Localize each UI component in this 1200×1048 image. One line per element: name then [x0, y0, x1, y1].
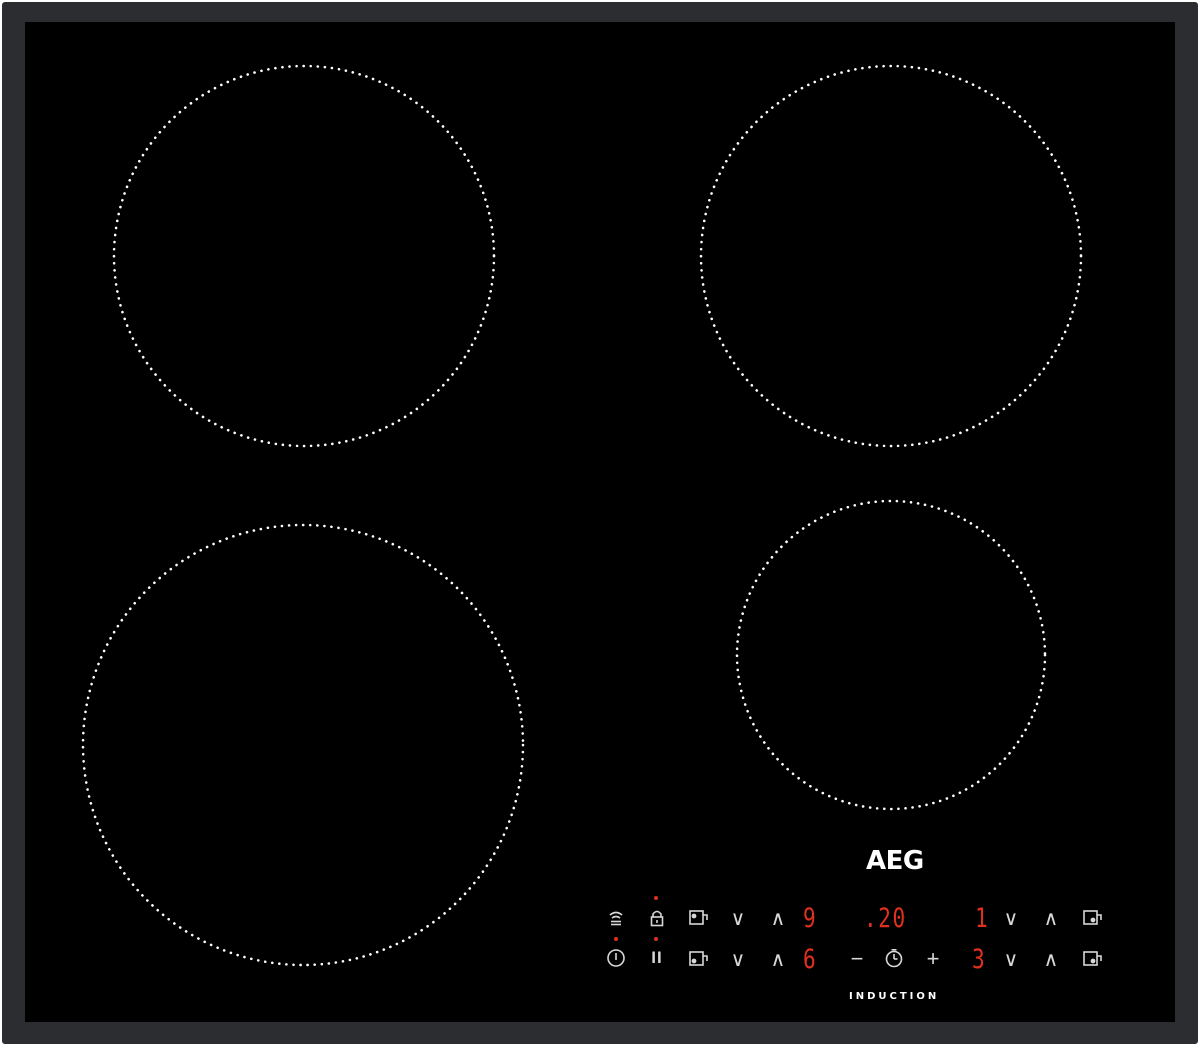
zone-b-decrease-button[interactable]: ∨ — [999, 905, 1023, 931]
zone-a-increase-button[interactable]: ∧ — [766, 905, 790, 931]
power-icon[interactable] — [604, 946, 628, 970]
pause-button[interactable]: II — [645, 946, 669, 970]
hob-to-hood-icon[interactable] — [604, 906, 628, 930]
pause-indicator-dot — [654, 937, 658, 941]
cooking-zones — [81, 64, 1083, 967]
zone-b-increase-button[interactable]: ∧ — [1039, 905, 1063, 931]
zone-d-increase-button[interactable]: ∧ — [1039, 946, 1063, 972]
cooking-zone-rear-left[interactable] — [112, 64, 496, 448]
timer-minus-button[interactable]: − — [845, 946, 869, 972]
lock-indicator-dot — [654, 896, 658, 900]
zone-d-select-icon[interactable] — [1080, 947, 1106, 971]
zone-c-select-icon[interactable] — [686, 947, 712, 971]
clock-icon[interactable] — [882, 946, 906, 970]
zone-a-select-icon[interactable] — [686, 906, 712, 930]
zone-c-power-level: 6 — [803, 944, 818, 975]
power-indicator-dot — [614, 937, 618, 941]
zone-c-decrease-button[interactable]: ∨ — [726, 946, 750, 972]
cooking-zone-front-right[interactable] — [735, 499, 1047, 811]
zone-b-power-level: 1 — [975, 903, 990, 934]
timer-plus-button[interactable]: + — [921, 946, 945, 972]
induction-label: INDUCTION — [849, 991, 940, 1002]
zone-a-power-level: 9 — [803, 903, 818, 934]
lock-icon[interactable] — [645, 906, 669, 930]
zone-d-power-level: 3 — [972, 944, 987, 975]
zone-d-decrease-button[interactable]: ∨ — [999, 946, 1023, 972]
brand-logo: AEG — [866, 846, 924, 876]
zone-c-increase-button[interactable]: ∧ — [766, 946, 790, 972]
zone-b-select-icon[interactable] — [1080, 906, 1106, 930]
cooking-zone-rear-right[interactable] — [699, 64, 1083, 448]
timer-display: .20 — [864, 903, 907, 934]
zone-a-decrease-button[interactable]: ∨ — [726, 905, 750, 931]
cooking-zone-front-left[interactable] — [81, 523, 525, 967]
